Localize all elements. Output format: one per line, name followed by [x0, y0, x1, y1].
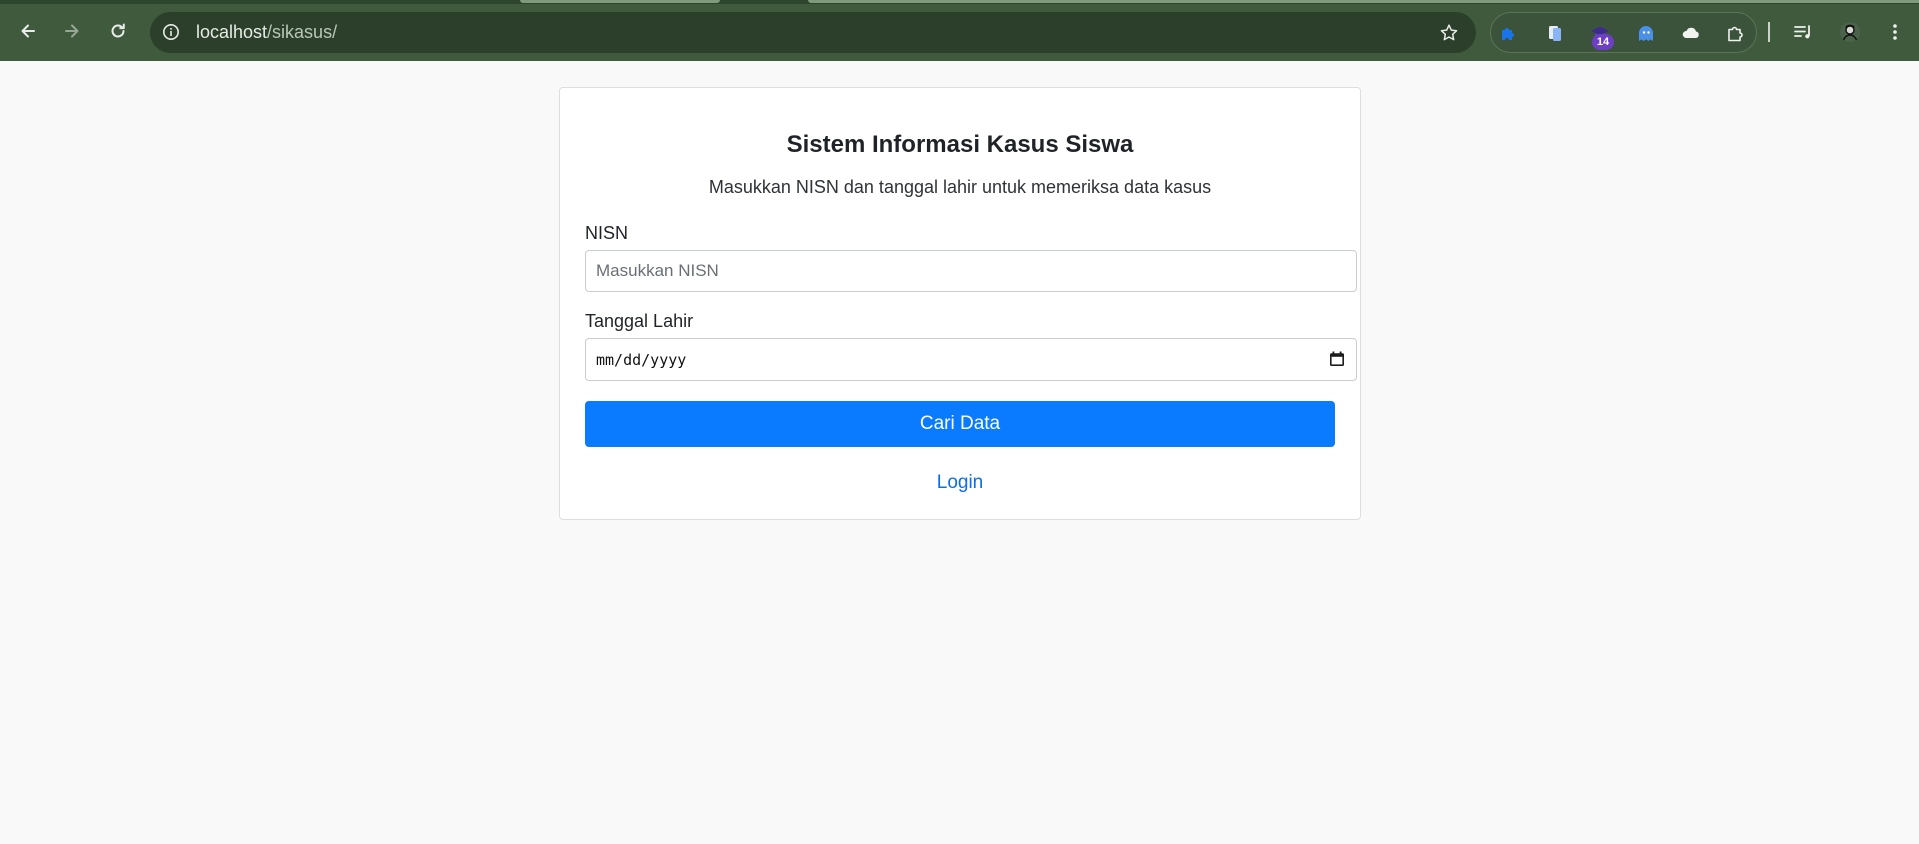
- extensions-area: [1490, 12, 1757, 53]
- extensions-puzzle-icon: [1728, 26, 1743, 42]
- nisn-input[interactable]: [585, 250, 1357, 292]
- login-link[interactable]: Login: [560, 472, 1360, 494]
- profile-button[interactable]: [1837, 19, 1863, 45]
- url-path: /sikasus/: [267, 22, 338, 42]
- ghost-extension-icon: [1639, 26, 1653, 41]
- site-info-button[interactable]: [161, 22, 181, 42]
- toolbar-divider: [1768, 22, 1770, 42]
- browser-toolbar: localhost/sikasus/ 14: [0, 0, 1919, 61]
- nisn-label: NISN: [585, 223, 629, 243]
- reload-icon: [111, 23, 125, 38]
- back-button[interactable]: [13, 16, 43, 46]
- puzzle-extension-icon: [1502, 28, 1514, 40]
- reload-button[interactable]: [103, 16, 133, 46]
- url-host: localhost: [196, 22, 268, 42]
- cloud-extension-icon: [1682, 27, 1699, 38]
- forward-button[interactable]: [57, 16, 87, 46]
- extension-button[interactable]: [1634, 21, 1658, 45]
- url-text[interactable]: localhost/sikasus/: [196, 22, 337, 43]
- reading-list-button[interactable]: [1790, 19, 1816, 45]
- extension-button[interactable]: [1679, 21, 1703, 45]
- info-icon: [163, 24, 179, 40]
- star-icon: [1440, 24, 1458, 41]
- arrow-right-icon: [65, 24, 79, 38]
- browser-menu-button[interactable]: [1882, 19, 1908, 45]
- calendar-icon[interactable]: [1328, 350, 1346, 368]
- tab-edge: [808, 0, 1919, 3]
- search-card: Sistem Informasi Kasus Siswa Masukkan NI…: [559, 87, 1361, 520]
- page-title: Sistem Informasi Kasus Siswa: [786, 131, 1134, 158]
- extension-badge: 14: [1592, 34, 1614, 50]
- extensions-menu-button[interactable]: [1724, 21, 1748, 45]
- search-data-button[interactable]: Cari Data: [585, 401, 1335, 447]
- avatar-icon: [1840, 22, 1860, 42]
- page-subtitle: Masukkan NISN dan tanggal lahir untuk me…: [708, 177, 1212, 197]
- tab-edge: [520, 0, 720, 3]
- bookmark-button[interactable]: [1438, 22, 1460, 44]
- playlist-icon: [1794, 25, 1810, 39]
- arrow-left-icon: [21, 24, 35, 38]
- kebab-menu-icon: [1893, 24, 1897, 40]
- dob-date-input[interactable]: mm/dd/yyyy: [585, 338, 1357, 381]
- extension-button[interactable]: [1543, 21, 1567, 45]
- dob-placeholder: mm/dd/yyyy: [596, 351, 687, 369]
- dob-label: Tanggal Lahir: [585, 311, 694, 331]
- document-extension-icon: [1549, 26, 1561, 41]
- extension-button[interactable]: [1497, 21, 1521, 45]
- address-bar[interactable]: localhost/sikasus/: [150, 12, 1476, 53]
